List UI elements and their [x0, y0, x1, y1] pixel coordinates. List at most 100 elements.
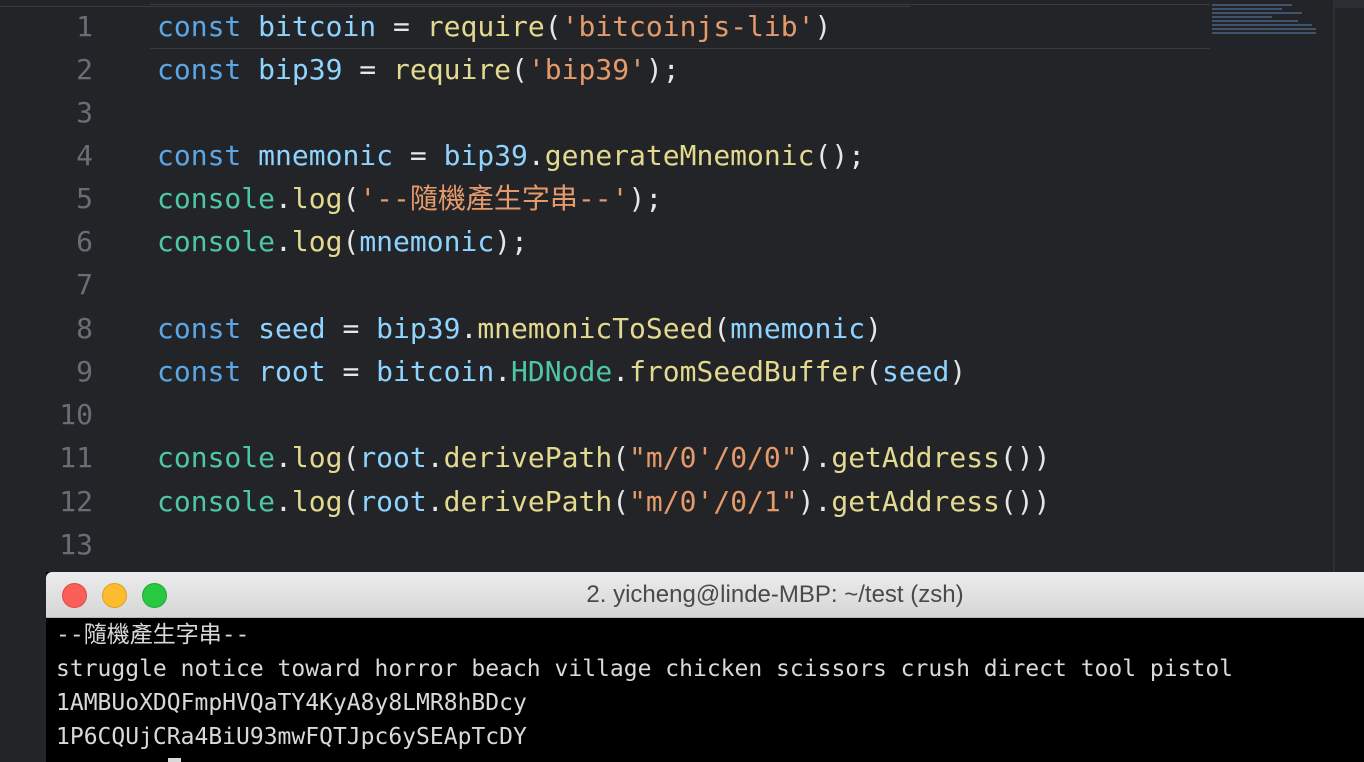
- code-token: bitcoin: [258, 10, 377, 43]
- line-number: 7: [76, 268, 93, 301]
- code-token: seed: [258, 312, 326, 345]
- code-text: const root = bitcoin.HDNode.fromSeedBuff…: [157, 350, 966, 393]
- code-token: log: [291, 485, 343, 518]
- code-text: const seed = bip39.mnemonicToSeed(mnemon…: [157, 307, 882, 350]
- code-token: console: [157, 225, 276, 258]
- code-token: const: [157, 10, 242, 43]
- code-token: =: [376, 10, 427, 43]
- terminal-cursor: [168, 758, 181, 762]
- code-token: root: [258, 355, 326, 388]
- code-token: ();: [814, 139, 866, 172]
- line-number: 5: [76, 182, 93, 215]
- code-token: .: [527, 139, 545, 172]
- code-token: (: [544, 10, 562, 43]
- terminal-output-line: 1P6CQUjCRa4BiU93mwFQTJpc6ySEApTcDY: [56, 724, 527, 750]
- code-token: .: [460, 312, 478, 345]
- code-token: bitcoin: [376, 355, 495, 388]
- code-token: "m/0'/0/1": [629, 485, 798, 518]
- code-token: (: [612, 485, 630, 518]
- code-token: ): [865, 312, 882, 345]
- code-token: (: [511, 53, 528, 86]
- code-token: );: [645, 53, 680, 86]
- code-token: getAddress: [831, 485, 1000, 518]
- code-text: console.log(root.derivePath("m/0'/0/0").…: [157, 436, 1051, 479]
- code-token: (: [342, 225, 360, 258]
- code-text: const bitcoin = require('bitcoinjs-lib'): [157, 5, 831, 48]
- minimap-line: [1212, 24, 1312, 26]
- code-token: .: [494, 355, 512, 388]
- code-token: require: [393, 53, 512, 86]
- line-number: 13: [59, 528, 93, 561]
- code-token: console: [157, 441, 276, 474]
- code-token: .: [275, 182, 292, 215]
- code-text: const mnemonic = bip39.generateMnemonic(…: [157, 134, 865, 177]
- code-text: console.log(mnemonic);: [157, 220, 528, 263]
- code-token: "m/0'/0/0": [629, 441, 798, 474]
- terminal-output-line: --隨機產生字串--: [56, 622, 250, 648]
- code-token: =: [393, 139, 444, 172]
- line-number: 12: [59, 485, 93, 518]
- code-token: ()): [999, 441, 1051, 474]
- line-number: 6: [76, 225, 93, 258]
- code-token: '--隨機產生字串--': [359, 182, 629, 215]
- code-token: (: [342, 441, 360, 474]
- code-token: const: [157, 139, 242, 172]
- code-token: =: [342, 53, 394, 86]
- code-token: log: [291, 182, 343, 215]
- code-token: 'bip39': [527, 53, 646, 86]
- code-token: ).: [797, 441, 832, 474]
- terminal-titlebar[interactable]: 2. yicheng@linde-MBP: ~/test (zsh): [46, 572, 1364, 618]
- code-token: seed: [881, 355, 950, 388]
- code-token: mnemonic: [258, 139, 394, 172]
- code-token: ()): [999, 485, 1051, 518]
- terminal-output-line: 1AMBUoXDQFmpHVQaTY4KyA8y8LMR8hBDcy: [56, 690, 527, 716]
- terminal-output-line: struggle notice toward horror beach vill…: [56, 656, 1234, 682]
- code-token: const: [157, 312, 242, 345]
- editor-scrollbar-corner: [1335, 0, 1364, 8]
- code-token: getAddress: [831, 441, 1000, 474]
- code-token: generateMnemonic: [544, 139, 815, 172]
- code-token: HDNode: [511, 355, 613, 388]
- line-number: 1: [76, 10, 93, 43]
- terminal-output[interactable]: --隨機產生字串-- struggle notice toward horror…: [46, 618, 1364, 762]
- code-token: bip39: [376, 312, 461, 345]
- code-token: .: [275, 225, 292, 258]
- code-text: const bip39 = require('bip39');: [157, 48, 680, 91]
- code-token: .: [612, 355, 630, 388]
- code-token: mnemonic: [359, 225, 495, 258]
- minimap-line: [1212, 28, 1316, 30]
- code-token: bip39: [443, 139, 528, 172]
- code-token: fromSeedBuffer: [629, 355, 866, 388]
- code-token: .: [275, 485, 292, 518]
- code-token: derivePath: [443, 485, 613, 518]
- terminal-title: 2. yicheng@linde-MBP: ~/test (zsh): [586, 581, 964, 608]
- code-editor[interactable]: 1 const bitcoin = require('bitcoinjs-lib'…: [0, 0, 1364, 572]
- line-number: 3: [76, 96, 93, 129]
- code-token: const: [157, 355, 242, 388]
- line-number: 4: [76, 139, 93, 172]
- code-token: mnemonicToSeed: [477, 312, 714, 345]
- editor-scrollbar-track[interactable]: [1333, 0, 1335, 572]
- terminal-window[interactable]: 2. yicheng@linde-MBP: ~/test (zsh) --隨機產…: [46, 572, 1364, 762]
- code-token: console: [157, 485, 276, 518]
- code-token: require: [426, 10, 545, 43]
- line-number: 2: [76, 53, 93, 86]
- code-token: );: [628, 182, 663, 215]
- code-token: bip39: [258, 53, 343, 86]
- code-token: console: [157, 182, 276, 215]
- code-text: console.log(root.derivePath("m/0'/0/1").…: [157, 480, 1051, 523]
- minimap[interactable]: [1212, 4, 1330, 56]
- code-token: (: [713, 312, 731, 345]
- code-token: (: [865, 355, 882, 388]
- minimap-line: [1212, 16, 1272, 18]
- line-number: 10: [59, 398, 93, 431]
- code-text: console.log('--隨機產生字串--');: [157, 177, 662, 220]
- minimap-line: [1212, 32, 1316, 34]
- code-token: =: [325, 355, 377, 388]
- code-token: .: [275, 441, 292, 474]
- code-token: 'bitcoinjs-lib': [561, 10, 815, 43]
- minimap-line: [1212, 12, 1302, 14]
